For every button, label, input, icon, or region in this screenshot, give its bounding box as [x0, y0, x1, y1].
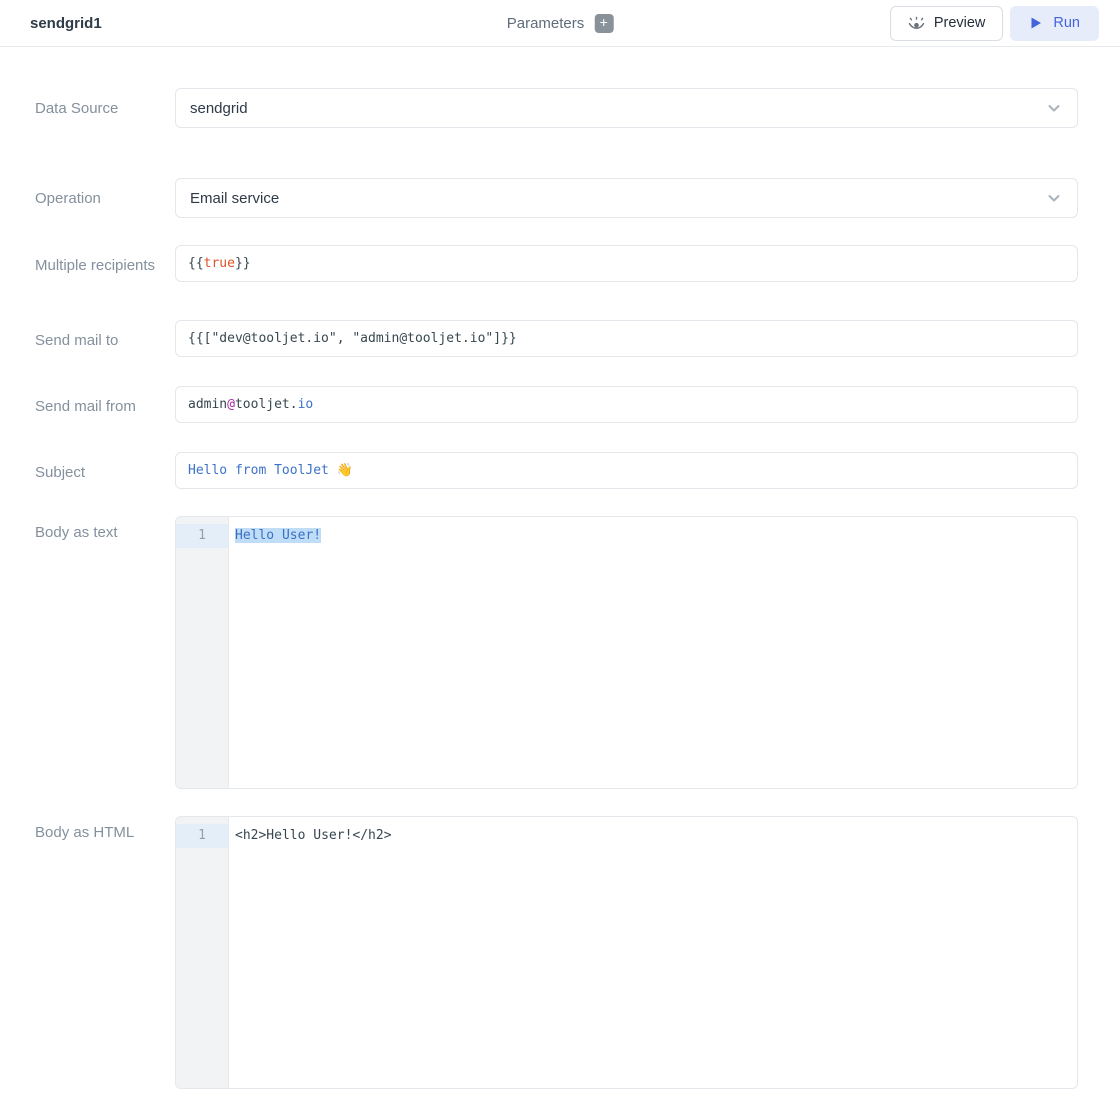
- data-source-label: Data Source: [35, 88, 175, 121]
- editor-code-area[interactable]: Hello User!: [229, 517, 1077, 788]
- operation-row: Operation Email service: [35, 178, 1078, 218]
- chevron-down-icon: [1045, 189, 1063, 207]
- body-text-editor[interactable]: 1 Hello User!: [175, 516, 1078, 789]
- line-number: 1: [176, 524, 228, 548]
- send-mail-from-input[interactable]: admin@tooljet.io: [175, 386, 1078, 423]
- code-token: .: [290, 397, 298, 412]
- body-html-editor[interactable]: 1 <h2>Hello User!</h2>: [175, 816, 1078, 1089]
- subject-input[interactable]: Hello from ToolJet 👋: [175, 452, 1078, 489]
- run-button-label: Run: [1053, 15, 1080, 31]
- add-parameter-button[interactable]: +: [594, 14, 613, 33]
- data-source-value: sendgrid: [190, 100, 1045, 117]
- chevron-down-icon: [1045, 99, 1063, 117]
- code-token: tooljet: [235, 397, 290, 412]
- multiple-recipients-label: Multiple recipients: [35, 245, 175, 278]
- code-token: {{["dev@tooljet.io", "admin@tooljet.io"]…: [188, 331, 517, 346]
- subject-row: Subject Hello from ToolJet 👋: [35, 452, 1078, 489]
- body-text-label: Body as text: [35, 516, 175, 545]
- code-token: admin: [188, 397, 227, 412]
- parameters-label: Parameters: [507, 15, 585, 32]
- plus-icon: +: [600, 14, 608, 31]
- preview-button[interactable]: Preview: [890, 6, 1004, 41]
- operation-select[interactable]: Email service: [175, 178, 1078, 218]
- operation-label: Operation: [35, 178, 175, 211]
- code-text: <h2>Hello User!</h2>: [235, 828, 392, 843]
- multiple-recipients-row: Multiple recipients {{true}}: [35, 245, 1078, 282]
- selected-code-text: Hello User!: [235, 528, 321, 543]
- query-name: sendgrid1: [30, 15, 102, 32]
- eye-icon: [908, 16, 925, 30]
- subject-label: Subject: [35, 452, 175, 485]
- editor-code-area[interactable]: <h2>Hello User!</h2>: [229, 817, 1077, 1088]
- body-html-row: Body as HTML 1 <h2>Hello User!</h2>: [35, 816, 1078, 1089]
- line-number: 1: [176, 824, 228, 848]
- send-mail-to-input[interactable]: {{["dev@tooljet.io", "admin@tooljet.io"]…: [175, 320, 1078, 357]
- data-source-row: Data Source sendgrid: [35, 88, 1078, 128]
- waving-hand-emoji: 👋: [337, 463, 353, 478]
- body-html-label: Body as HTML: [35, 816, 175, 845]
- send-mail-from-row: Send mail from admin@tooljet.io: [35, 386, 1078, 423]
- play-icon: [1029, 16, 1043, 30]
- code-token: {{: [188, 256, 204, 271]
- code-token: }}: [235, 256, 251, 271]
- operation-value: Email service: [190, 190, 1045, 207]
- query-editor-topbar: sendgrid1 Parameters + Preview: [0, 0, 1120, 47]
- parameters-section: Parameters +: [507, 14, 614, 33]
- send-mail-to-label: Send mail to: [35, 320, 175, 353]
- code-token: io: [298, 397, 314, 412]
- editor-gutter: 1: [176, 817, 229, 1088]
- run-button[interactable]: Run: [1010, 6, 1099, 41]
- code-token: true: [204, 256, 235, 271]
- preview-button-label: Preview: [934, 15, 986, 31]
- send-mail-to-row: Send mail to {{["dev@tooljet.io", "admin…: [35, 320, 1078, 357]
- code-token: Hello from ToolJet: [188, 463, 337, 478]
- editor-gutter: 1: [176, 517, 229, 788]
- data-source-select[interactable]: sendgrid: [175, 88, 1078, 128]
- query-form: Data Source sendgrid Operation Email ser…: [0, 47, 1120, 1089]
- body-text-row: Body as text 1 Hello User!: [35, 516, 1078, 789]
- header-actions: Preview Run: [890, 6, 1099, 41]
- code-token: @: [227, 397, 235, 412]
- send-mail-from-label: Send mail from: [35, 386, 175, 419]
- multiple-recipients-input[interactable]: {{true}}: [175, 245, 1078, 282]
